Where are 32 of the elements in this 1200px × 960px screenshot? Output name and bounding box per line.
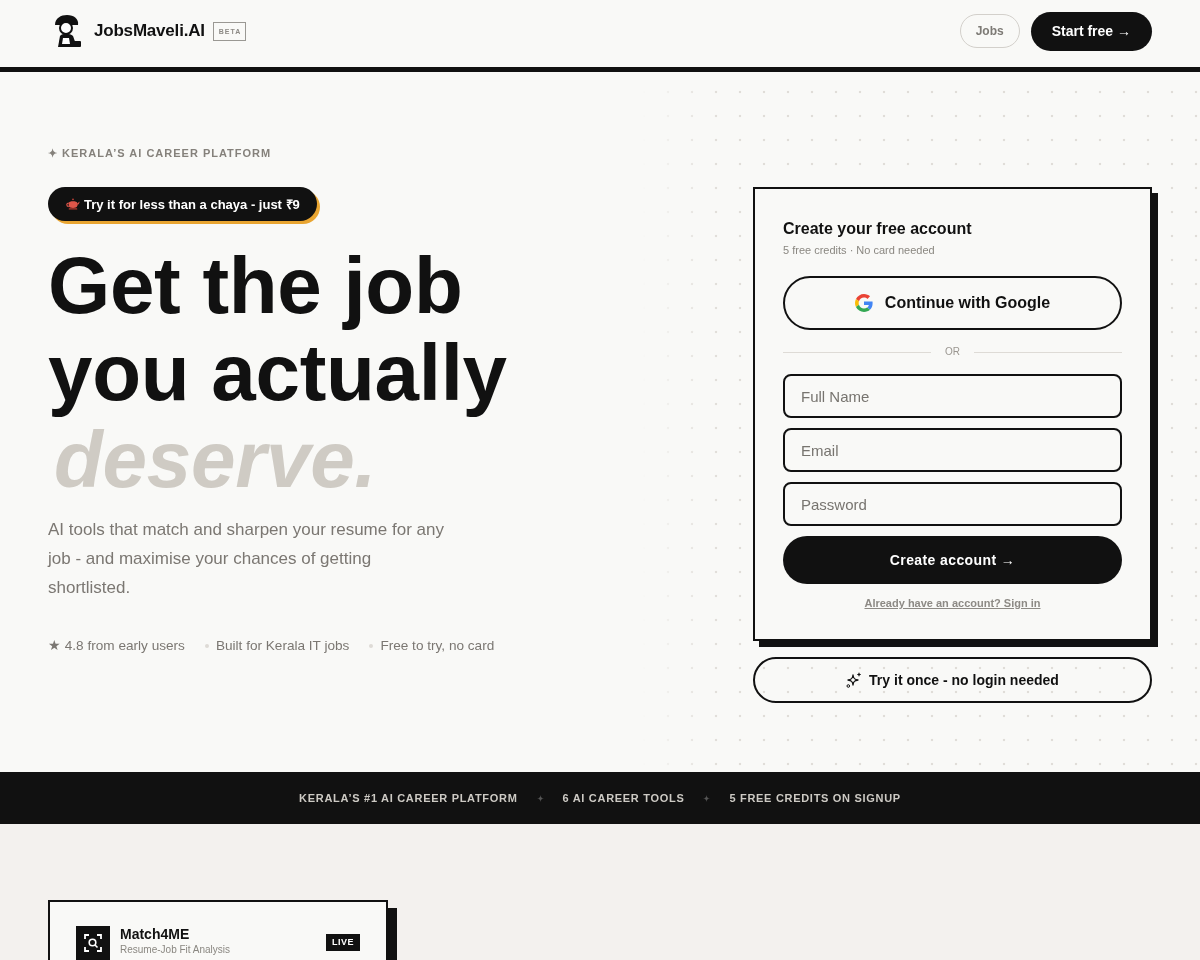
sparkle-icon: [536, 794, 544, 802]
input-field[interactable]: Password: [783, 482, 1122, 526]
input-field[interactable]: Full Name: [783, 374, 1122, 418]
headline-line: Get the job: [48, 242, 464, 329]
highlight-text: ★ 4.8 from early users: [48, 637, 185, 655]
tool-subtitle: Resume-Job Fit Analysis: [120, 943, 232, 956]
create-account-button[interactable]: Create account →: [783, 536, 1122, 584]
try-once-button[interactable]: Try it once - no login needed: [753, 657, 1152, 703]
sparkle-icon: [846, 672, 863, 688]
scan-search-icon: [76, 926, 110, 960]
live-badge: LIVE: [326, 934, 360, 951]
headline-line: you actually: [48, 329, 507, 416]
input-field[interactable]: Email: [783, 428, 1122, 472]
google-button[interactable]: Continue with Google: [783, 276, 1122, 330]
promo-text: Try it for less than a chaya - just ₹9: [84, 196, 300, 213]
teapot-icon: [66, 198, 80, 210]
divider-label: OR: [945, 345, 960, 359]
description-text: AI tools that match and sharpen your resume for any job - and maximise your chances of getting shortlisted.: [48, 519, 445, 599]
band-text: 5 FREE CREDITS ON SIGNUP: [729, 792, 901, 804]
tool-name: Match4ME: [120, 926, 191, 943]
brand-name[interactable]: JobsMaveli.AI: [94, 21, 205, 41]
band-text: KERALA’S #1 AI CAREER PLATFORM: [299, 792, 518, 804]
sparkle-icon: [703, 794, 711, 802]
eyebrow-label: ✦ KERALA’S AI CAREER PLATFORM: [48, 146, 272, 160]
card-title: Create your free account: [783, 219, 973, 239]
highlight-text: Free to try, no card: [380, 637, 495, 655]
cta-button[interactable]: Start free →: [1030, 11, 1152, 51]
highlight-text: Built for Kerala IT jobs: [215, 637, 350, 655]
card-subtitle: 5 free credits · No card needed: [783, 243, 936, 257]
band-text: 6 AI CAREER TOOLS: [562, 792, 685, 804]
mascot-icon: [52, 14, 82, 48]
google-logo-icon: [854, 294, 873, 312]
